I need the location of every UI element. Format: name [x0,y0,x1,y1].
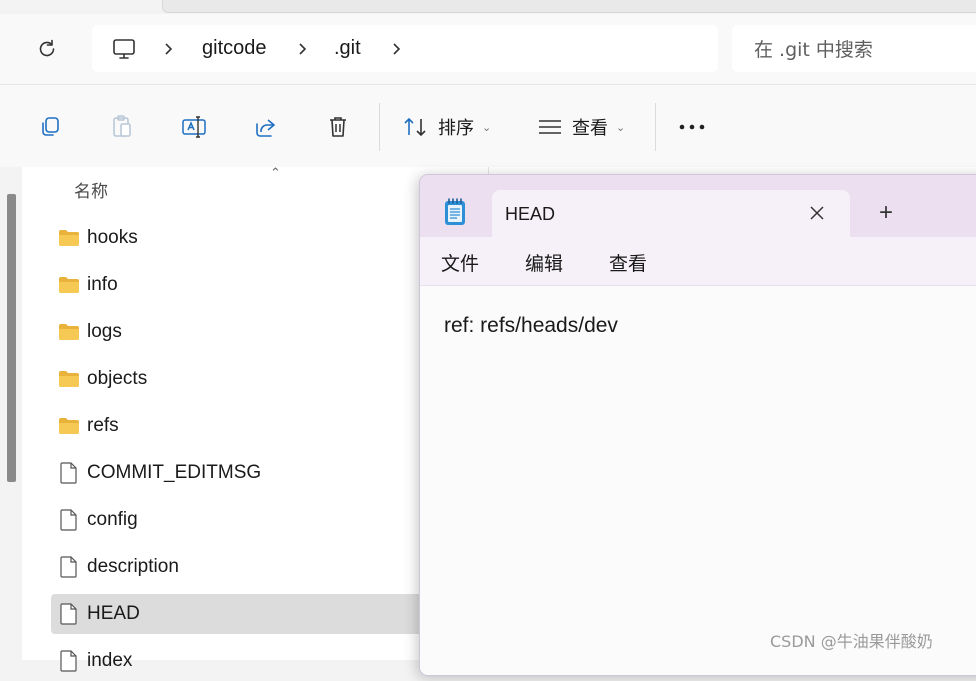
view-label: 查看 [572,118,608,139]
file-row[interactable]: hooks [51,218,451,258]
menu-edit[interactable]: 编辑 [525,249,563,276]
chevron-down-icon: ⌄ [482,120,492,134]
search-box[interactable] [732,25,976,74]
new-tab-button[interactable]: + [872,199,900,227]
folder-icon [57,273,81,297]
sort-ascending-icon: ⌃ [270,165,281,180]
folder-icon [57,414,81,438]
menu-file[interactable]: 文件 [441,249,479,276]
copy-button[interactable] [32,109,68,145]
toolbar-divider [655,103,656,151]
file-name: hooks [87,227,138,248]
sort-label: 排序 [438,118,474,139]
file-row[interactable]: logs [51,312,451,352]
view-menu-button[interactable]: 查看 ⌄ [538,107,625,147]
notepad-tab[interactable]: HEAD [492,190,850,237]
explorer-top-strip [0,0,976,14]
more-icon [679,124,705,130]
close-icon [810,206,824,220]
address-bar[interactable]: gitcode .git [92,25,718,72]
trash-icon [330,117,346,137]
refresh-button[interactable] [30,32,64,66]
file-row[interactable]: info [51,265,451,305]
file-icon [57,555,81,579]
file-row[interactable]: HEAD [51,594,451,634]
watermark: CSDN @牛油果伴酸奶 [770,632,933,651]
notepad-tab-title: HEAD [505,204,556,224]
folder-icon [57,367,81,391]
more-options-button[interactable] [674,109,710,145]
computer-icon[interactable] [112,25,136,72]
share-icon [256,119,275,137]
file-name: COMMIT_EDITMSG [87,462,262,483]
search-input[interactable] [752,25,976,74]
breadcrumb-gitcode[interactable]: gitcode [202,25,267,72]
folder-icon [57,226,81,250]
rename-button[interactable] [176,109,212,145]
file-name: objects [87,368,148,389]
file-icon [57,508,81,532]
file-icon [57,649,81,673]
file-row[interactable]: index [51,641,451,681]
notepad-window: HEAD + 文件 编辑 查看 ref: refs/heads/dev [419,174,976,676]
file-name: HEAD [87,603,140,624]
file-icon [57,461,81,485]
command-toolbar: 排序 ⌄ 查看 ⌄ [0,84,976,168]
delete-button[interactable] [320,109,356,145]
menu-view[interactable]: 查看 [609,249,647,276]
breadcrumb-git[interactable]: .git [334,25,361,72]
scrollbar-thumb[interactable] [7,194,16,482]
file-name: logs [87,321,122,342]
file-name: config [87,509,138,530]
file-row[interactable]: description [51,547,451,587]
file-name: refs [87,415,119,436]
notepad-content[interactable]: ref: refs/heads/dev [444,314,618,338]
sort-menu-button[interactable]: 排序 ⌄ [402,107,491,147]
share-button[interactable] [248,109,284,145]
chevron-right-icon[interactable] [392,25,402,72]
file-row[interactable]: COMMIT_EDITMSG [51,453,451,493]
chevron-right-icon[interactable] [164,25,174,72]
notepad-menu-bar: 文件 编辑 查看 [420,237,976,286]
file-name: description [87,556,179,577]
file-row[interactable]: objects [51,359,451,399]
file-icon [57,602,81,626]
view-list-icon [539,120,561,134]
column-header-name[interactable]: 名称 [74,177,108,202]
refresh-icon [39,39,55,57]
paste-button[interactable] [104,109,140,145]
file-row[interactable]: config [51,500,451,540]
notepad-title-bar[interactable]: HEAD + [420,175,976,237]
notepad-editor[interactable]: ref: refs/heads/dev [420,286,976,675]
paste-icon [113,115,131,137]
sort-icon [404,117,426,137]
toolbar-divider [379,103,380,151]
chevron-down-icon: ⌄ [616,120,626,134]
notepad-app-icon [442,197,468,227]
folder-icon [57,320,81,344]
tab-close-button[interactable] [804,200,830,226]
copy-icon [42,117,59,136]
chevron-right-icon[interactable] [298,25,308,72]
rename-icon [182,116,206,138]
file-name: info [87,274,118,295]
file-row[interactable]: refs [51,406,451,446]
file-name: index [87,650,133,671]
